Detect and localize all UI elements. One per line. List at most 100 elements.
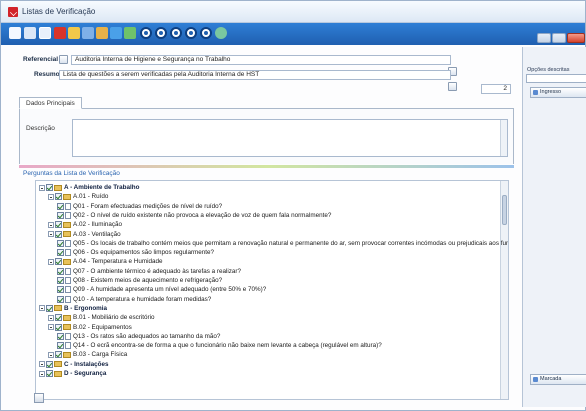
tree-question-row[interactable]: Q10 - A temperatura e humidade foram med… [57, 295, 211, 304]
questions-section-title: Perguntas da Lista de Verificação [23, 170, 120, 177]
tree-checkbox[interactable] [57, 249, 64, 257]
referencial-lookup-button[interactable] [59, 55, 68, 64]
expand-collapse-icon[interactable] [39, 305, 45, 312]
tree-checkbox[interactable] [57, 202, 64, 210]
tree-checkbox[interactable] [57, 342, 64, 350]
tree-scrollbar[interactable] [500, 181, 508, 399]
expand-collapse-icon[interactable] [48, 258, 54, 265]
tree-checkbox[interactable] [55, 258, 62, 266]
folder-icon [54, 361, 62, 368]
tree-checkbox[interactable] [57, 267, 64, 275]
expand-collapse-icon[interactable] [48, 221, 54, 228]
tree-group-row[interactable]: A.04 - Temperatura e Humidade [48, 257, 163, 266]
help-icon[interactable] [215, 27, 227, 39]
toolbar [1, 23, 585, 45]
tree-checkbox[interactable] [57, 332, 64, 340]
tree-checkbox[interactable] [46, 370, 53, 377]
tree-group-row[interactable]: B - Ergonomia [39, 304, 107, 313]
tree-checkbox[interactable] [55, 221, 62, 229]
tree-question-row[interactable]: Q02 - O nível de ruído existente não pro… [57, 211, 331, 220]
tab-dados-principais[interactable]: Dados Principais [19, 97, 82, 109]
question-icon [65, 286, 71, 294]
folder-icon [63, 258, 71, 265]
export-icon[interactable] [124, 27, 136, 39]
tree-group-row[interactable]: B.03 - Carga Física [48, 350, 127, 359]
expand-collapse-icon[interactable] [48, 314, 54, 321]
question-icon [65, 295, 71, 303]
nav-prev-icon[interactable] [155, 27, 167, 39]
tree-group-row[interactable]: A.03 - Ventilação [48, 230, 121, 239]
tree-checkbox[interactable] [57, 239, 64, 247]
delete-icon[interactable] [54, 27, 66, 39]
tree-checkbox[interactable] [57, 286, 64, 294]
nav-goto-icon[interactable] [200, 27, 212, 39]
options-select[interactable] [526, 74, 586, 83]
tree-item-label: A.02 - Iluminação [73, 221, 123, 229]
question-icon [65, 249, 71, 257]
tree-group-row[interactable]: B.01 - Mobiliário de escritório [48, 313, 155, 322]
tree-checkbox[interactable] [57, 211, 64, 219]
expand-collapse-icon[interactable] [48, 193, 54, 200]
ingresso-button[interactable]: Ingresso [530, 87, 586, 98]
tree-checkbox[interactable] [55, 323, 62, 331]
tree-question-row[interactable]: Q14 - O ecrã encontra-se de forma a que … [57, 341, 382, 350]
nav-first-icon[interactable] [140, 27, 152, 39]
expand-collapse-icon[interactable] [39, 370, 45, 377]
bottom-action-button[interactable] [34, 393, 44, 403]
refresh-icon[interactable] [110, 27, 122, 39]
tree-checkbox[interactable] [46, 360, 53, 368]
tree-question-row[interactable]: Q01 - Foram efectuadas medições de nível… [57, 202, 222, 211]
tree-group-row[interactable]: A - Ambiente de Trabalho [39, 183, 139, 192]
tree-checkbox[interactable] [57, 277, 64, 284]
expand-collapse-icon[interactable] [39, 361, 45, 368]
tree-checkbox[interactable] [55, 193, 62, 201]
print-icon[interactable] [96, 27, 108, 39]
tree-checkbox[interactable] [55, 314, 62, 322]
maximize-button[interactable] [552, 33, 566, 43]
resumo-clear-button[interactable] [448, 82, 457, 91]
tree-question-row[interactable]: Q13 - Os ratos são adequados ao tamanho … [57, 332, 220, 341]
expand-collapse-icon[interactable] [48, 324, 54, 330]
first-record-icon[interactable] [9, 27, 21, 39]
tree-question-row[interactable]: Q08 - Existem meios de aquecimento e ref… [57, 276, 222, 285]
tree-checkbox[interactable] [46, 184, 53, 191]
questions-tree[interactable]: A - Ambiente de Trabalho A.01 - Ruído Q01 … [35, 180, 509, 400]
tree-item-label: B.03 - Carga Física [73, 351, 128, 359]
expand-collapse-icon[interactable] [39, 184, 45, 191]
descricao-textarea[interactable] [72, 119, 508, 157]
descricao-scrollbar[interactable] [500, 120, 507, 156]
folder-icon [63, 193, 71, 200]
tree-question-row[interactable]: Q09 - A humidade apresenta um nível adeq… [57, 285, 266, 294]
expand-collapse-icon[interactable] [48, 231, 54, 237]
nav-next-icon[interactable] [170, 27, 182, 39]
edit-icon[interactable] [68, 27, 80, 39]
tree-group-row[interactable]: A.02 - Iluminação [48, 220, 122, 229]
new-document-icon[interactable] [24, 27, 36, 39]
folder-icon [63, 324, 71, 330]
expand-collapse-icon[interactable] [48, 351, 54, 358]
tree-question-row[interactable]: Q07 - O ambiente térmico é adequado às t… [57, 267, 241, 276]
close-button[interactable] [567, 33, 585, 43]
title-bar: Listas de Verificação [1, 1, 585, 23]
tree-checkbox[interactable] [46, 304, 53, 312]
tree-scroll-thumb[interactable] [502, 195, 507, 225]
tree-checkbox[interactable] [57, 295, 64, 303]
tree-checkbox[interactable] [55, 230, 62, 238]
save-icon[interactable] [82, 27, 94, 39]
nav-last-icon[interactable] [185, 27, 197, 39]
question-icon [65, 332, 71, 340]
minimize-button[interactable] [537, 33, 551, 43]
referencial-field[interactable]: Auditoria Interna de Higiene e Segurança… [71, 55, 451, 65]
tree-group-row[interactable]: D - Segurança [39, 369, 106, 378]
tree-group-row[interactable]: A.01 - Ruído [48, 192, 108, 201]
tree-checkbox[interactable] [55, 351, 62, 359]
resumo-field[interactable]: Lista de questões a serem verificadas pe… [59, 70, 451, 80]
tree-group-row[interactable]: B.02 - Equipamentos [48, 323, 132, 332]
counter-field[interactable]: 2 [481, 84, 511, 94]
tree-question-row[interactable]: Q06 - Os equipamentos são limpos regular… [57, 248, 214, 257]
tree-group-row[interactable]: C - Instalações [39, 360, 108, 369]
tree-question-row[interactable]: Q05 - Os locais de trabalho contém meios… [57, 239, 508, 248]
open-document-icon[interactable] [39, 27, 51, 39]
referencial-label: Referencial [23, 56, 59, 63]
marcada-button[interactable]: Marcada [530, 374, 586, 385]
